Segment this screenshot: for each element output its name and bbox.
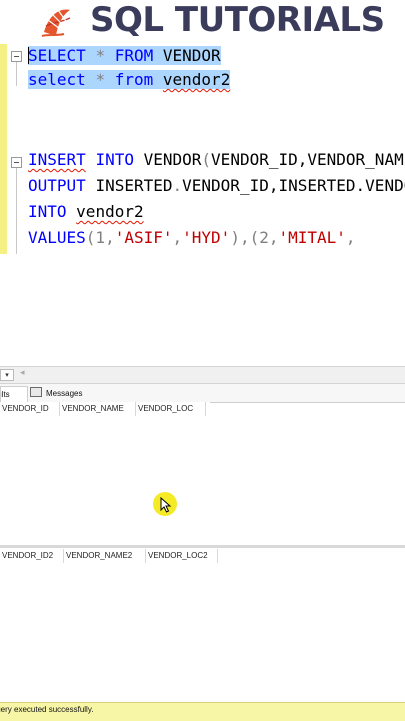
zoom-dropdown[interactable]: ▾ (0, 369, 14, 381)
column-header[interactable]: VENDOR_LOC2 (146, 549, 218, 563)
banner: SQL TUTORIALS (0, 0, 405, 44)
banner-title: SQL TUTORIALS (90, 0, 385, 40)
code-line-3[interactable]: INSERT INTO VENDOR(VENDOR_ID,VENDOR_NAME… (28, 148, 405, 172)
scroll-left-icon[interactable]: ◂ (20, 368, 25, 378)
messages-icon (30, 387, 42, 397)
status-bar: Query executed successfully. (0, 702, 405, 721)
column-header[interactable]: VENDOR_LOC (136, 402, 206, 416)
column-header[interactable]: VENDOR_ID2 (0, 549, 64, 563)
collapse-icon[interactable] (11, 51, 22, 62)
fold-guide (16, 168, 17, 254)
tab-results[interactable]: Results (0, 386, 28, 402)
collapse-icon[interactable] (11, 157, 22, 168)
fold-guide (16, 62, 17, 86)
column-header[interactable]: VENDOR_ID (0, 402, 60, 416)
grid-2-header: VENDOR_ID2 VENDOR_NAME2 VENDOR_LOC2 (0, 549, 225, 563)
code-line-4[interactable]: OUTPUT INSERTED.VENDOR_ID,INSERTED.VENDO… (28, 174, 405, 198)
results-tabs: Results Messages (0, 384, 405, 403)
code-line-5[interactable]: INTO vendor2 (28, 200, 144, 224)
code-line-2[interactable]: select * from vendor2 (28, 68, 231, 92)
column-header[interactable]: VENDOR_NAME (60, 402, 136, 416)
query-editor[interactable]: SELECT * FROM VENDOR select * from vendo… (0, 44, 405, 254)
tab-messages[interactable]: Messages (28, 386, 82, 401)
change-marker-bar (0, 44, 7, 254)
grid-1-header: VENDOR_ID VENDOR_NAME VENDOR_LOC (0, 402, 210, 416)
status-message: Query executed successfully. (0, 705, 94, 714)
sql-server-logo-icon (41, 9, 71, 37)
code-line-6[interactable]: VALUES(1,'ASIF','HYD'),(2,'MITAL', (28, 226, 356, 250)
code-line-1[interactable]: SELECT * FROM VENDOR (28, 44, 221, 68)
results-pane-separator[interactable] (0, 545, 405, 548)
column-header[interactable]: VENDOR_NAME2 (64, 549, 146, 563)
mouse-pointer-icon (160, 497, 172, 513)
editor-results-splitter[interactable]: ▾ ◂ (0, 366, 405, 384)
